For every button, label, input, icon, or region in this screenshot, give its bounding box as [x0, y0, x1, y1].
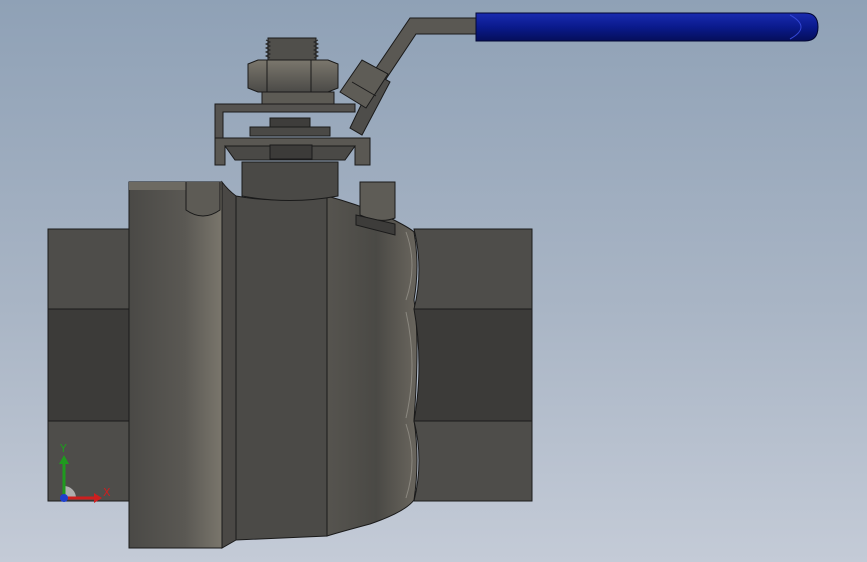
- threaded-stem[interactable]: [264, 37, 320, 61]
- handle-grip[interactable]: [475, 12, 819, 42]
- hex-nut[interactable]: [247, 59, 339, 93]
- stem-neck[interactable]: [241, 161, 339, 201]
- y-axis-label: Y: [60, 442, 67, 455]
- reference-triad-icon: [59, 455, 102, 503]
- handle-lever[interactable]: [339, 17, 479, 136]
- graphics-viewport[interactable]: Y X: [0, 0, 867, 562]
- reference-triad: Y X: [46, 440, 116, 510]
- x-axis-label: X: [103, 486, 111, 499]
- stem-washers[interactable]: [249, 91, 335, 137]
- ball-valve-model[interactable]: [0, 0, 867, 562]
- right-end-connector[interactable]: [405, 228, 533, 502]
- valve-center-body[interactable]: [221, 180, 418, 549]
- left-body-cap[interactable]: [128, 181, 223, 549]
- z-axis-dot: [60, 494, 68, 502]
